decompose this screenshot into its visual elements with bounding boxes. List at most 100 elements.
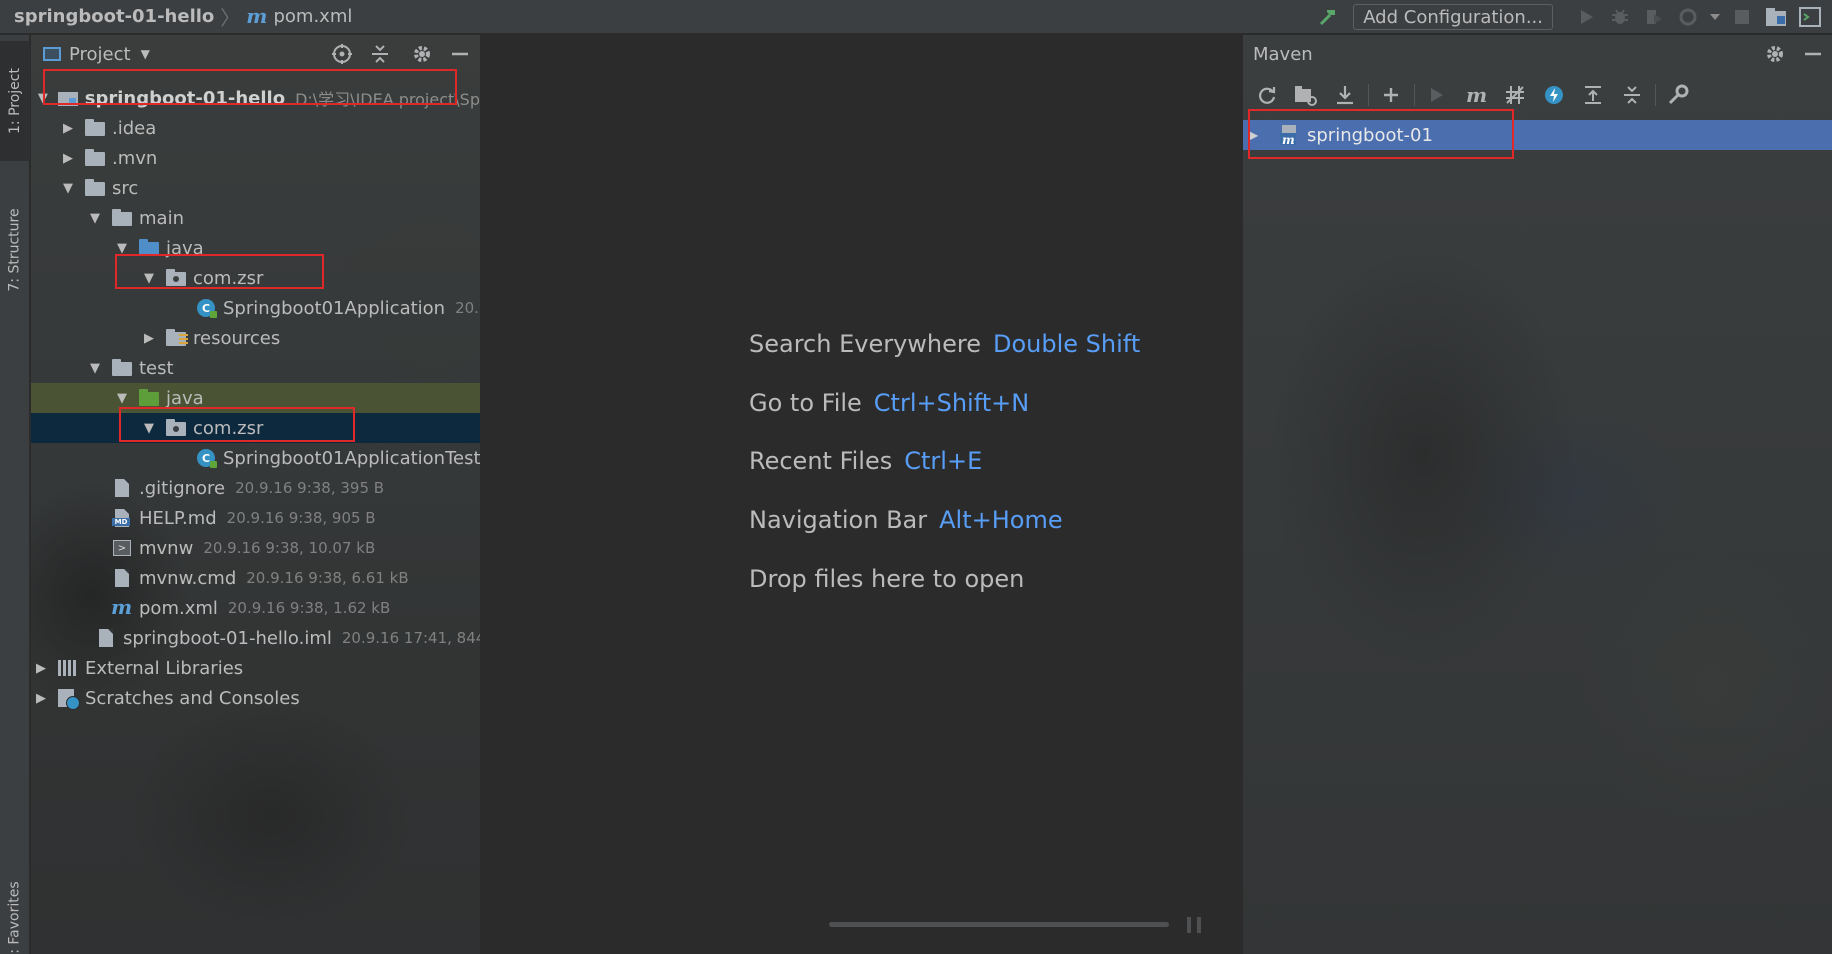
- folder-icon: [111, 209, 133, 227]
- run-icon[interactable]: [1421, 80, 1453, 110]
- project-structure-icon[interactable]: [1762, 3, 1790, 31]
- generate-sources-icon[interactable]: [1290, 80, 1322, 110]
- add-icon[interactable]: [1375, 80, 1407, 110]
- run-toolbar: Add Configuration...: [1311, 0, 1832, 34]
- wrench-icon[interactable]: [1662, 80, 1694, 110]
- execute-goal-icon[interactable]: m: [1460, 80, 1492, 110]
- gear-icon[interactable]: [1761, 41, 1789, 67]
- breadcrumb-separator: 〉: [220, 5, 241, 30]
- maven-icon: m: [111, 595, 133, 619]
- tree-item-mvnw-cmd[interactable]: mvnw.cmd 20.9.16 9:38, 6.61 kB: [31, 563, 480, 593]
- horizontal-scrollbar[interactable]: [829, 922, 1169, 927]
- download-icon[interactable]: [1329, 80, 1361, 110]
- expand-arrow-icon[interactable]: ▼: [87, 211, 103, 226]
- package-icon: [165, 269, 187, 287]
- tab-structure[interactable]: 7: Structure: [0, 175, 30, 325]
- tree-item-idea[interactable]: ▶ .idea: [31, 113, 480, 143]
- project-window-icon: [43, 47, 61, 61]
- tree-item-application-class[interactable]: C Springboot01Application 20.9: [31, 293, 480, 323]
- expand-arrow-icon[interactable]: ▼: [114, 241, 130, 256]
- expand-arrow-icon[interactable]: ▶: [33, 661, 49, 676]
- collapse-all-icon[interactable]: [1616, 80, 1648, 110]
- libraries-icon: [57, 659, 79, 677]
- file-icon: [111, 479, 133, 497]
- build-hammer-icon[interactable]: [1314, 3, 1342, 31]
- expand-arrow-icon[interactable]: ▶: [33, 691, 49, 706]
- tree-item-test[interactable]: ▼ test: [31, 353, 480, 383]
- breadcrumb-file[interactable]: pom.xml: [273, 6, 352, 27]
- locate-file-icon[interactable]: [328, 41, 356, 67]
- folder-icon: [84, 179, 106, 197]
- tree-item-main-java[interactable]: ▼ java: [31, 233, 480, 263]
- tree-item-test-package[interactable]: ▼ com.zsr: [31, 413, 480, 443]
- tab-favorites[interactable]: 2: Favorites: [0, 855, 30, 954]
- run-icon[interactable]: [1572, 3, 1600, 31]
- expand-arrow-icon[interactable]: ▶: [60, 151, 76, 166]
- left-tool-strip: 1: Project 7: Structure 2: Favorites: [0, 35, 30, 954]
- collapse-all-icon[interactable]: [366, 41, 394, 67]
- hint-search-everywhere: Search Everywhere Double Shift: [749, 330, 1141, 358]
- tree-item-test-class[interactable]: C Springboot01ApplicationTest: [31, 443, 480, 473]
- terminal-toggle-icon[interactable]: [1796, 3, 1824, 31]
- hint-go-to-file: Go to File Ctrl+Shift+N: [749, 389, 1030, 417]
- profile-icon[interactable]: [1674, 3, 1702, 31]
- chevron-down-icon: ▼: [140, 47, 150, 61]
- maven-toolbar: m: [1251, 79, 1701, 111]
- chevron-down-icon[interactable]: [1708, 3, 1722, 31]
- tree-item-gitignore[interactable]: .gitignore 20.9.16 9:38, 395 B: [31, 473, 480, 503]
- stop-icon[interactable]: [1728, 3, 1756, 31]
- hint-recent-files: Recent Files Ctrl+E: [749, 447, 983, 475]
- markdown-icon: [111, 509, 133, 527]
- gear-icon[interactable]: [408, 41, 436, 67]
- hide-panel-icon[interactable]: [446, 41, 474, 67]
- expand-arrow-icon[interactable]: ▼: [87, 361, 103, 376]
- tree-item-test-java[interactable]: ▼ java: [31, 383, 480, 413]
- resources-folder-icon: [165, 329, 188, 347]
- maven-panel: Maven m ▶ m springboot-01: [1242, 35, 1832, 954]
- run-with-coverage-icon[interactable]: [1640, 3, 1668, 31]
- project-view-selector[interactable]: Project ▼: [43, 44, 150, 65]
- expand-arrow-icon[interactable]: ▼: [141, 271, 157, 286]
- tree-item-mvnw[interactable]: > mvnw 20.9.16 9:38, 10.07 kB: [31, 533, 480, 563]
- skip-tests-icon[interactable]: [1499, 80, 1531, 110]
- add-configuration-button[interactable]: Add Configuration...: [1353, 4, 1553, 30]
- pause-icon[interactable]: [1187, 917, 1201, 933]
- expand-arrow-icon[interactable]: ▶: [141, 331, 157, 346]
- tree-item-external-libraries[interactable]: ▶ External Libraries: [31, 653, 480, 683]
- tab-project[interactable]: 1: Project: [0, 41, 30, 161]
- expand-arrow-icon[interactable]: ▶: [1249, 128, 1265, 142]
- folder-icon: [84, 149, 106, 167]
- hint-navigation-bar: Navigation Bar Alt+Home: [749, 506, 1063, 534]
- class-icon: C: [195, 449, 217, 468]
- navigation-bar: springboot-01-hello 〉 m pom.xml Add Conf…: [0, 0, 1832, 34]
- tree-item-src[interactable]: ▼ src: [31, 173, 480, 203]
- folder-icon: [84, 119, 106, 137]
- expand-arrow-icon[interactable]: ▼: [141, 421, 157, 436]
- debug-icon[interactable]: [1606, 3, 1634, 31]
- scratches-icon: [57, 689, 80, 710]
- tree-item-iml[interactable]: springboot-01-hello.iml 20.9.16 17:41, 8…: [31, 623, 480, 653]
- maven-project-item[interactable]: ▶ m springboot-01: [1243, 120, 1832, 150]
- tree-item-main[interactable]: ▼ main: [31, 203, 480, 233]
- expand-arrow-icon[interactable]: ▼: [37, 91, 49, 106]
- expand-all-icon[interactable]: [1577, 80, 1609, 110]
- breadcrumb-project[interactable]: springboot-01-hello: [14, 6, 214, 27]
- tree-item-module-root[interactable]: ▼ springboot-01-hello D:\学习\IDEA project…: [31, 83, 480, 113]
- editor-empty-state: Search Everywhere Double Shift Go to File…: [481, 35, 1241, 954]
- expand-arrow-icon[interactable]: ▼: [114, 391, 130, 406]
- maven-file-icon: m: [246, 4, 268, 28]
- tree-item-mvn[interactable]: ▶ .mvn: [31, 143, 480, 173]
- class-icon: C: [195, 299, 217, 318]
- tree-item-help-md[interactable]: HELP.md 20.9.16 9:38, 905 B: [31, 503, 480, 533]
- tree-item-resources[interactable]: ▶ resources: [31, 323, 480, 353]
- tree-item-scratches[interactable]: ▶ Scratches and Consoles: [31, 683, 480, 713]
- tree-item-main-package[interactable]: ▼ com.zsr: [31, 263, 480, 293]
- test-folder-icon: [138, 389, 160, 407]
- reload-icon[interactable]: [1251, 80, 1283, 110]
- offline-mode-icon[interactable]: [1538, 80, 1570, 110]
- expand-arrow-icon[interactable]: ▶: [60, 121, 76, 136]
- hide-panel-icon[interactable]: [1799, 41, 1827, 67]
- maven-module-icon: m: [1279, 124, 1301, 147]
- expand-arrow-icon[interactable]: ▼: [60, 181, 76, 196]
- tree-item-pom-xml[interactable]: m pom.xml 20.9.16 9:38, 1.62 kB: [31, 593, 480, 623]
